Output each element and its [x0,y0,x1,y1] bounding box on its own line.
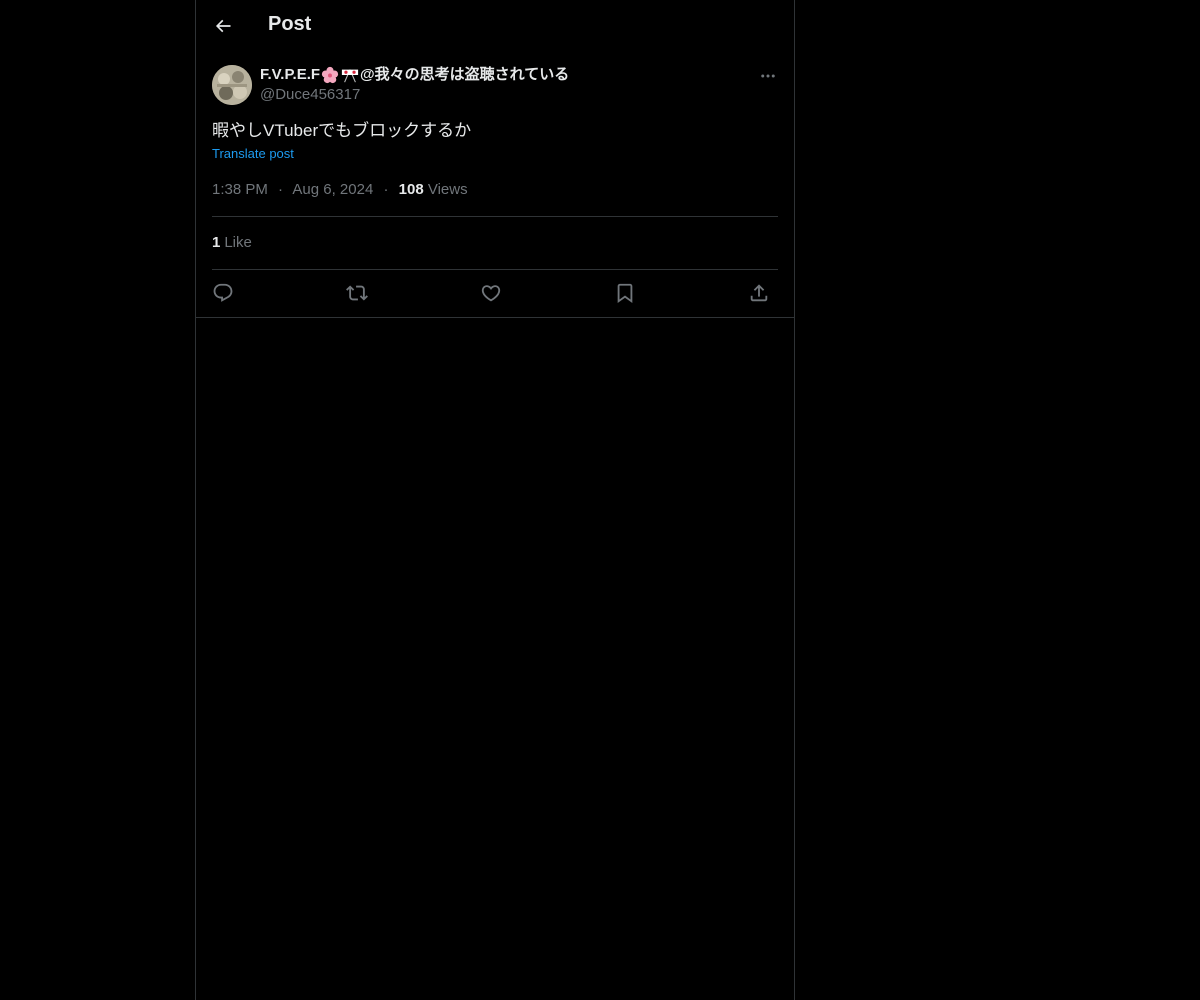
share-button[interactable] [746,280,772,306]
bookmark-icon [617,283,633,304]
display-name[interactable]: F.V.P.E.F @我々の思考は盗聴されている [260,65,569,85]
likes-count: 1 [212,234,221,251]
user-handle[interactable]: @Duce456317 [260,85,569,105]
meta-separator: · [383,181,389,198]
divider [212,269,778,270]
action-bar [212,280,778,306]
views-count: 108 [398,181,424,198]
bookmark-button[interactable] [612,280,638,306]
divider [196,317,794,318]
reply-icon [213,283,233,302]
page-header: Post [196,0,794,53]
views-label: Views [427,181,468,198]
page-title: Post [268,13,312,35]
more-horizontal-icon [761,74,775,78]
primary-column: Post F.V.P.E.F @我々の思考は盗聴されている @Duce45631… [195,0,795,1000]
more-options-button[interactable] [758,66,778,86]
like-icon [481,285,501,302]
repost-button[interactable] [344,280,370,306]
arrow-left-icon [215,19,231,33]
like-button[interactable] [478,280,504,306]
japan-flags-icon [341,69,359,83]
avatar-image-icon [212,65,252,105]
cherry-blossom-icon [321,66,339,84]
translate-post-link[interactable]: Translate post [212,146,294,161]
avatar[interactable] [212,65,252,105]
post-time[interactable]: 1:38 PM [212,181,268,198]
post-date[interactable]: Aug 6, 2024 [292,181,373,198]
back-button[interactable] [208,11,238,41]
divider [212,216,778,217]
reply-button[interactable] [210,280,236,306]
post-author[interactable]: F.V.P.E.F @我々の思考は盗聴されている @Duce456317 [260,65,569,105]
repost-icon [346,285,368,301]
display-name-prefix: F.V.P.E.F [260,66,321,83]
post-meta: 1:38 PM · Aug 6, 2024 · 108 Views [212,181,468,198]
post-text: 暇やしVTuberでもブロックするか [212,121,472,140]
display-name-suffix: @我々の思考は盗聴されている [360,66,570,83]
likes-summary[interactable]: 1 Like [212,234,252,251]
likes-label: Like [224,234,252,251]
meta-separator: · [278,181,284,198]
share-icon [750,284,768,302]
